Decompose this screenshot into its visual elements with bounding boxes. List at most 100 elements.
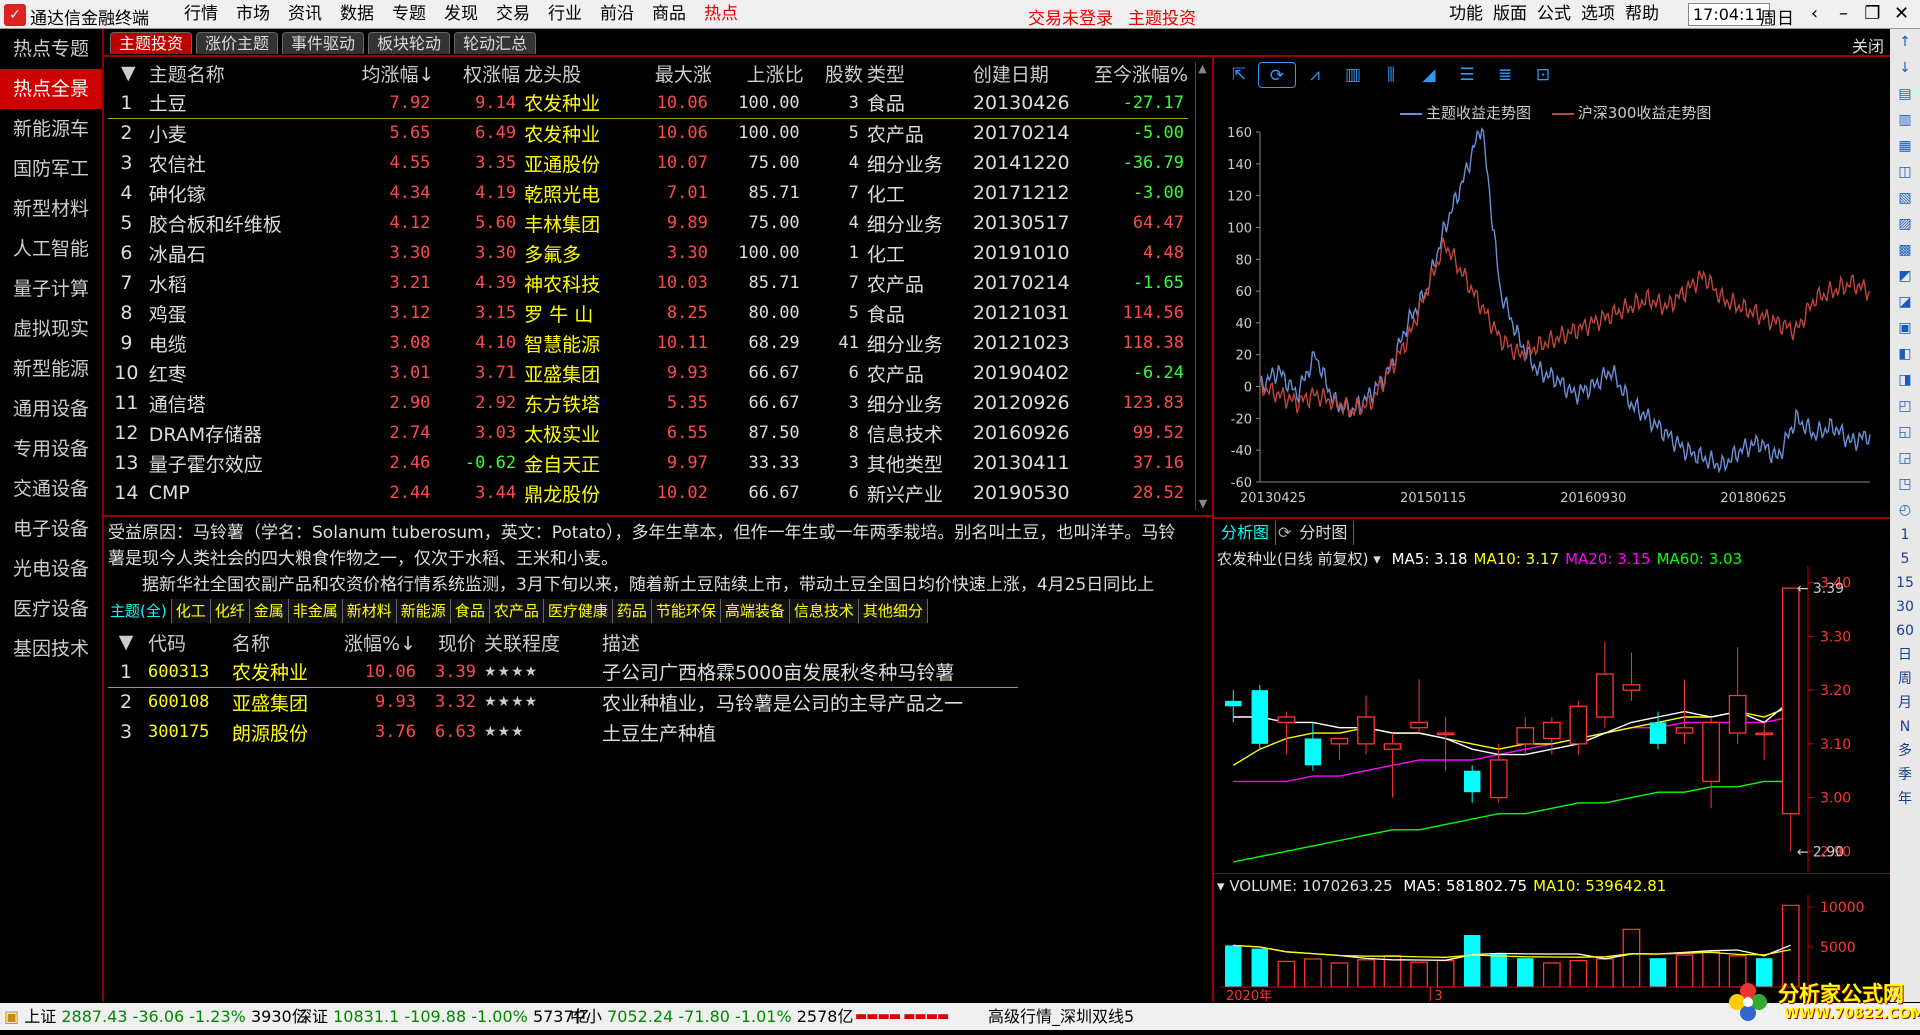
right-menu-item[interactable]: 帮助 <box>1620 3 1664 26</box>
scrollbar[interactable]: ▲ ▼ <box>1195 62 1209 510</box>
period-button[interactable]: 月 <box>1898 691 1912 715</box>
menu-item-8[interactable]: 前沿 <box>591 3 643 26</box>
minimize-icon[interactable]: – <box>1829 2 1858 26</box>
column-header[interactable]: 类型 <box>863 58 969 88</box>
table-row[interactable]: 3 300175 朗源股份 3.76 6.63 ★★★ 土豆生产种植 <box>108 717 1018 747</box>
period-button[interactable]: 60 <box>1896 619 1914 643</box>
menu-item-2[interactable]: 资讯 <box>279 3 331 26</box>
theme-invest-link[interactable]: 主题投资 <box>1128 4 1196 29</box>
tab-0[interactable]: 主题投资 <box>110 32 193 54</box>
column-header[interactable]: 最大涨 <box>626 58 712 88</box>
tool-icon[interactable]: ↓ <box>1899 55 1911 81</box>
tool-icon[interactable]: ▤ <box>1898 81 1911 107</box>
tool-icon[interactable]: ◴ <box>1899 497 1911 523</box>
tab-4[interactable]: 轮动汇总 <box>454 32 537 54</box>
status-zx[interactable]: 中小 7052.24 -71.80 -1.01% 2578亿 <box>570 1003 853 1030</box>
sidebar-item[interactable]: 新能源车 <box>0 109 102 149</box>
refresh-icon[interactable]: ⟳ <box>1276 521 1293 545</box>
column-header[interactable]: 上涨比 <box>712 58 804 88</box>
period-button[interactable]: 15 <box>1896 571 1914 595</box>
sidebar-item[interactable]: 交通设备 <box>0 469 102 509</box>
table-row[interactable]: 7 水稻 3.21 4.39 神农科技 10.03 85.71 7 农产品 20170214 -1.… <box>108 268 1188 298</box>
period-button[interactable]: 多 <box>1898 739 1912 763</box>
sidebar-item[interactable]: 虚拟现实 <box>0 309 102 349</box>
cursor-icon[interactable]: ⇱ <box>1220 62 1258 88</box>
tool-icon[interactable]: ◫ <box>1898 159 1911 185</box>
tool-icon[interactable]: ◪ <box>1898 289 1911 315</box>
right-menu-item[interactable]: 公式 <box>1532 3 1576 26</box>
category-tab[interactable]: 主题(全) <box>106 599 172 623</box>
sidebar-item[interactable]: 医疗设备 <box>0 589 102 629</box>
category-tab[interactable]: 高端装备 <box>720 599 790 623</box>
sort-icon[interactable]: ▼ <box>108 58 145 88</box>
table-row[interactable]: 14 CMP 2.44 3.44 鼎龙股份 10.02 66.67 6 新兴产业 20190530… <box>108 478 1188 508</box>
table-row[interactable]: 4 砷化镓 4.34 4.19 乾照光电 7.01 85.71 7 化工 20171212 -3.0… <box>108 178 1188 208</box>
close-icon[interactable]: ✕ <box>1887 2 1916 26</box>
column-header[interactable]: 主题名称 <box>145 58 349 88</box>
restore-icon[interactable]: ❐ <box>1858 2 1887 26</box>
tool-icon[interactable]: ◳ <box>1898 471 1911 497</box>
line-chart-icon[interactable]: ⩘ <box>1296 62 1334 88</box>
right-menu-item[interactable]: 功能 <box>1444 3 1488 26</box>
column-header[interactable]: 代码 <box>144 627 228 657</box>
category-tab[interactable]: 医疗健康 <box>543 599 613 623</box>
sidebar-item[interactable]: 人工智能 <box>0 229 102 269</box>
table-row[interactable]: 6 冰晶石 3.30 3.30 多氟多 3.30 100.00 1 化工 20191010 4.48 <box>108 238 1188 268</box>
export-icon[interactable]: ⊡ <box>1524 62 1562 88</box>
column-header[interactable]: 涨幅%↓ <box>332 627 420 657</box>
collapse-icon[interactable]: ▾ <box>1217 877 1225 895</box>
table-row[interactable]: 11 通信塔 2.90 2.92 东方铁塔 5.35 66.67 3 细分业务 20120926 1… <box>108 388 1188 418</box>
table-row[interactable]: 9 电缆 3.08 4.10 智慧能源 10.11 68.29 41 细分业务 20121023 1… <box>108 328 1188 358</box>
tool-icon[interactable]: ▨ <box>1898 211 1911 237</box>
right-menu-item[interactable]: 版面 <box>1488 3 1532 26</box>
table-row[interactable]: 5 胶合板和纤维板 4.12 5.60 丰林集团 9.89 75.00 4 细分业务 201305… <box>108 208 1188 238</box>
category-tab[interactable]: 非金属 <box>288 599 343 623</box>
sort-icon[interactable]: ▼ <box>108 627 144 657</box>
period-button[interactable]: 日 <box>1898 643 1912 667</box>
column-header[interactable]: 均涨幅↓ <box>349 58 435 88</box>
menu-item-6[interactable]: 交易 <box>487 3 539 26</box>
category-tab[interactable]: 节能环保 <box>651 599 721 623</box>
menu-item-5[interactable]: 发现 <box>435 3 487 26</box>
table-row[interactable]: 2 小麦 5.65 6.49 农发种业 10.06 100.00 5 农产品 20170214 -5… <box>108 118 1188 148</box>
sidebar-item[interactable]: 基因技术 <box>0 629 102 669</box>
column-header[interactable]: 名称 <box>228 627 332 657</box>
sidebar-item[interactable]: 新型材料 <box>0 189 102 229</box>
panel-tab[interactable]: 分时图 <box>1293 521 1355 545</box>
menu-item-10[interactable]: 热点 <box>695 3 747 26</box>
category-tab[interactable]: 信息技术 <box>789 599 859 623</box>
sidebar-item[interactable]: 电子设备 <box>0 509 102 549</box>
tool-icon[interactable]: ↑ <box>1899 29 1911 55</box>
tool-icon[interactable]: ◧ <box>1898 341 1911 367</box>
period-button[interactable]: 5 <box>1901 547 1910 571</box>
category-tab[interactable]: 新材料 <box>342 599 397 623</box>
period-button[interactable]: 年 <box>1898 787 1912 811</box>
category-tab[interactable]: 化工 <box>171 599 211 623</box>
menu-item-3[interactable]: 数据 <box>331 3 383 26</box>
tool-icon[interactable]: ▥ <box>1898 107 1911 133</box>
right-menu-item[interactable]: 选项 <box>1576 3 1620 26</box>
category-tab[interactable]: 金属 <box>249 599 289 623</box>
period-button[interactable]: 30 <box>1896 595 1914 619</box>
back-icon[interactable]: ‹ <box>1800 2 1829 26</box>
category-tab[interactable]: 其他细分 <box>858 599 928 623</box>
refresh-icon[interactable]: ⟳ <box>1258 62 1296 88</box>
table-row[interactable]: 8 鸡蛋 3.12 3.15 罗 牛 山 8.25 80.00 5 食品 20121031 114.… <box>108 298 1188 328</box>
sidebar-item[interactable]: 量子计算 <box>0 269 102 309</box>
panel-tab[interactable]: 分析图 <box>1215 521 1277 545</box>
table-row[interactable]: 3 农信社 4.55 3.35 亚通股份 10.07 75.00 4 细分业务 20141220 -… <box>108 148 1188 178</box>
table-row[interactable]: 1 600313 农发种业 10.06 3.39 ★★★★ 子公司广西格霖5000亩发展秋冬… <box>108 657 1018 688</box>
status-sz[interactable]: 深证 10831.1 -109.88 -1.00% 5737亿 <box>296 1003 590 1030</box>
list-icon[interactable]: ☰ <box>1448 62 1486 88</box>
menu-item-9[interactable]: 商品 <box>643 3 695 26</box>
compare-icon[interactable]: ⫼ <box>1372 62 1410 88</box>
column-header[interactable]: 权涨幅 <box>434 58 520 88</box>
tool-icon[interactable]: ◨ <box>1898 367 1911 393</box>
sidebar-item[interactable]: 专用设备 <box>0 429 102 469</box>
sidebar-item[interactable]: 热点全景 <box>0 69 102 109</box>
category-tab[interactable]: 新能源 <box>396 599 451 623</box>
tool-icon[interactable]: ▧ <box>1898 185 1911 211</box>
category-tab[interactable]: 化纤 <box>210 599 250 623</box>
period-button[interactable]: 1 <box>1901 523 1910 547</box>
tab-1[interactable]: 涨价主题 <box>196 32 279 54</box>
